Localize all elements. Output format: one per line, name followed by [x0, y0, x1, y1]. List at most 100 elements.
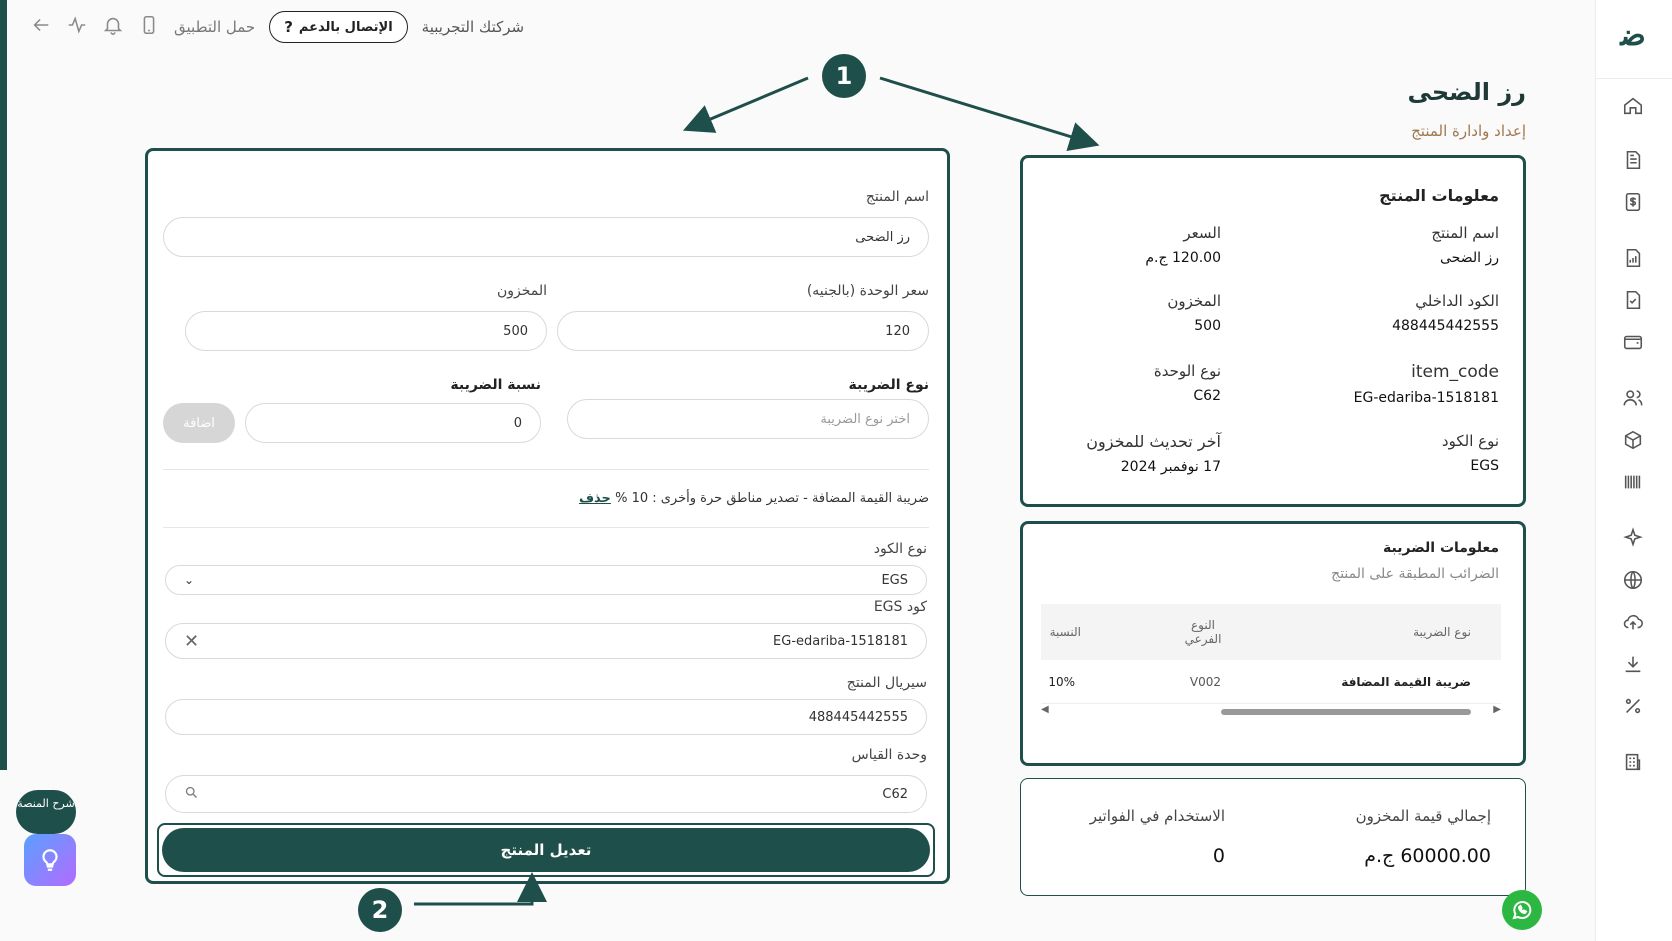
col-rate: النسبة [1049, 625, 1081, 639]
table-scrollbar[interactable]: ▶ ◀ [1041, 704, 1501, 720]
tax-table-header: نوع الضريبة النوع الفرعي النسبة [1041, 604, 1501, 660]
info-unit-type-value: C62 [1193, 388, 1221, 404]
lightbulb-icon[interactable] [24, 834, 76, 886]
totals-card: إجمالي قيمة المخزون 60000.00 ج.م الاستخد… [1020, 778, 1526, 896]
page-subtitle: إعداد وادارة المنتج [1411, 122, 1526, 140]
info-item-code: item_code EG-edariba-1518181 [1354, 362, 1499, 406]
info-internal-code-value: 488445442555 [1392, 318, 1499, 334]
stock-input[interactable]: 500 [185, 311, 547, 351]
info-price-label: السعر [1183, 224, 1221, 242]
info-last-update-label: آخر تحديث للمخزون [1086, 432, 1221, 451]
support-button[interactable]: الإتصال بالدعم ? [269, 11, 408, 43]
left-edge-bar [0, 0, 7, 770]
product-info-title: معلومات المنتج [1379, 186, 1499, 205]
page-title: رز الضحى [1407, 78, 1526, 106]
uom-search-input[interactable]: C62 [165, 775, 927, 813]
tax-table: نوع الضريبة النوع الفرعي النسبة ضريبة ال… [1041, 604, 1501, 704]
tax-info-title: معلومات الضريبة [1383, 540, 1499, 556]
phone-icon[interactable] [138, 14, 160, 40]
box-icon[interactable] [1619, 426, 1647, 454]
serial-input[interactable]: 488445442555 [165, 699, 927, 735]
form-tax-rate-label: نسبة الضريبة [450, 377, 541, 393]
clear-icon[interactable]: ✕ [184, 631, 199, 652]
table-row[interactable]: ضريبة القيمة المضافة V002 10% [1041, 660, 1501, 704]
form-serial-label: سيريال المنتج [846, 675, 927, 691]
code-type-select[interactable]: EGS ⌄ [165, 565, 927, 595]
topbar: شركتك التجريبية الإتصال بالدعم ? حمل الت… [30, 8, 524, 46]
info-code-type-value: EGS [1470, 458, 1499, 474]
report-icon[interactable] [1619, 244, 1647, 272]
stock-total-label: إجمالي قيمة المخزون [1355, 807, 1491, 825]
question-icon: ? [284, 18, 293, 36]
info-internal-code: الكود الداخلي 488445442555 [1392, 292, 1499, 334]
info-item-code-label: item_code [1411, 362, 1499, 382]
back-arrow-icon[interactable] [30, 14, 52, 40]
file-check-icon[interactable] [1619, 286, 1647, 314]
form-stock-label: المخزون [496, 283, 547, 299]
info-code-type: نوع الكود EGS [1442, 432, 1499, 474]
row-subtype: V002 [1189, 674, 1221, 689]
form-unit-price-label: سعر الوحدة (بالجنيه) [806, 283, 929, 299]
sparkles-icon[interactable] [1619, 524, 1647, 552]
info-name-value: رز الضحى [1440, 250, 1499, 266]
activity-icon[interactable] [66, 14, 88, 40]
divider [163, 469, 929, 470]
submit-highlight: تعديل المنتج [157, 823, 935, 877]
step-marker-1: 1 [822, 54, 866, 98]
document-icon[interactable] [1619, 146, 1647, 174]
col-tax-type: نوع الضريبة [1413, 625, 1471, 639]
info-price: السعر 120.00 ج.م [1145, 224, 1221, 266]
cloud-upload-icon[interactable] [1619, 608, 1647, 636]
download-icon[interactable] [1619, 650, 1647, 678]
info-code-type-label: نوع الكود [1441, 432, 1499, 450]
invoice-usage-value: 0 [1212, 845, 1225, 867]
tax-type-select[interactable]: اختر نوع الضريبة [567, 399, 929, 439]
sidebar-divider [1595, 78, 1672, 79]
bell-icon[interactable] [102, 14, 124, 40]
barcode-icon[interactable] [1619, 468, 1647, 496]
wallet-icon[interactable] [1619, 328, 1647, 356]
platform-guide-label[interactable]: شرح المنصة [16, 790, 76, 834]
building-icon[interactable] [1619, 748, 1647, 776]
product-info-card: معلومات المنتج اسم المنتج رز الضحى السعر… [1020, 155, 1526, 507]
download-app-link[interactable]: حمل التطبيق [174, 18, 255, 36]
col-subtype: النوع الفرعي [1184, 618, 1222, 646]
edit-product-form: اسم المنتج رز الضحى سعر الوحدة (بالجنيه)… [145, 148, 950, 884]
info-stock-label: المخزون [1167, 292, 1221, 310]
info-last-update: آخر تحديث للمخزون 17 نوفمبر 2024 [1086, 432, 1221, 475]
whatsapp-icon[interactable] [1502, 890, 1542, 930]
search-icon [184, 785, 199, 804]
brand-logo[interactable]: ﺿ [1610, 18, 1656, 64]
users-icon[interactable] [1619, 384, 1647, 412]
product-name-input[interactable]: رز الضحى [163, 217, 929, 257]
scrollbar-thumb[interactable] [1221, 709, 1471, 715]
info-name-label: اسم المنتج [1431, 224, 1499, 242]
support-label: الإتصال بالدعم [298, 19, 393, 35]
scroll-left-arrow-icon[interactable]: ◀ [1041, 704, 1049, 715]
scroll-right-arrow-icon[interactable]: ▶ [1493, 704, 1501, 715]
invoice-dollar-icon[interactable] [1619, 188, 1647, 216]
form-name-label: اسم المنتج [865, 189, 929, 205]
unit-price-input[interactable]: 120 [557, 311, 929, 351]
sidebar: ﺿ [1595, 0, 1672, 941]
info-unit-type: نوع الوحدة C62 [1154, 362, 1221, 404]
globe-icon[interactable] [1619, 566, 1647, 594]
info-price-value: 120.00 ج.م [1145, 250, 1221, 266]
delete-tax-link[interactable]: حذف [579, 491, 611, 506]
tax-rate-input[interactable]: 0 [245, 403, 541, 443]
stock-total-value: 60000.00 ج.م [1364, 845, 1491, 867]
form-uom-label: وحدة القياس [851, 747, 927, 763]
applied-tax-line: ضريبة القيمة المضافة - تصدير مناطق حرة و… [561, 491, 929, 506]
add-tax-button[interactable]: اضافة [163, 403, 235, 443]
divider [163, 527, 929, 528]
home-icon[interactable] [1619, 92, 1647, 120]
egs-code-value: EG-edariba-1518181 [773, 633, 908, 649]
percent-icon[interactable] [1619, 692, 1647, 720]
code-type-value: EGS [881, 572, 908, 588]
company-name[interactable]: شركتك التجريبية [422, 18, 524, 36]
form-tax-type-label: نوع الضريبة [848, 377, 930, 393]
edit-product-button[interactable]: تعديل المنتج [162, 828, 930, 872]
row-tax-type: ضريبة القيمة المضافة [1341, 674, 1471, 689]
form-egs-code-label: كود EGS [873, 599, 927, 615]
egs-code-input[interactable]: EG-edariba-1518181 ✕ [165, 623, 927, 659]
